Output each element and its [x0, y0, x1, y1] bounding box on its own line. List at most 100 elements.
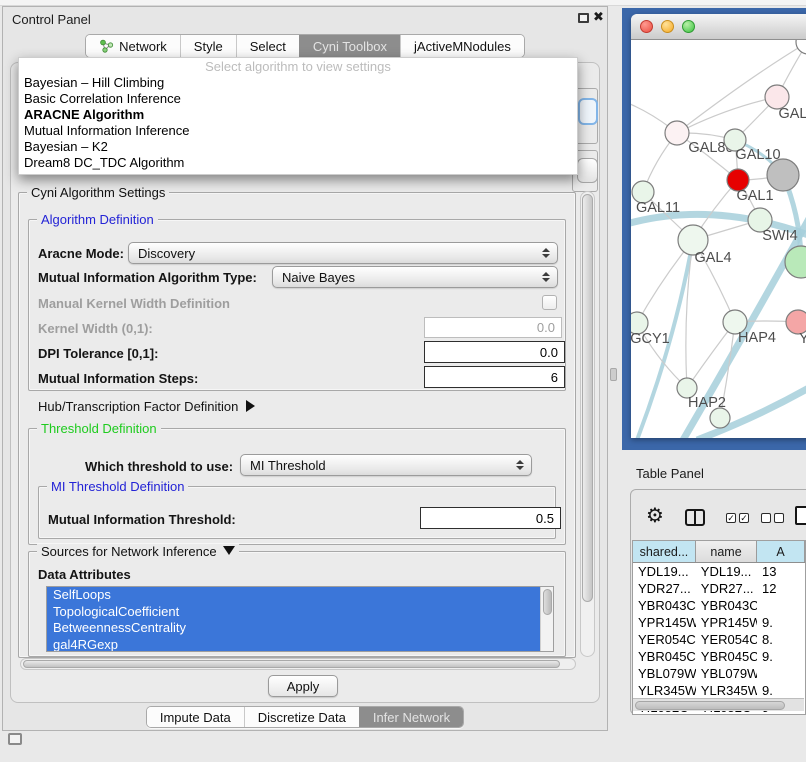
table-cell[interactable]: YLR345W [696, 682, 757, 699]
table-row[interactable]: YPR145WYPR145W9. [633, 614, 805, 631]
column-header[interactable]: shared... [633, 541, 696, 562]
network-edge[interactable] [677, 97, 777, 133]
table-cell[interactable]: YBR043C [633, 597, 696, 614]
dpi-tolerance-field[interactable]: 0.0 [424, 341, 565, 363]
combobox-fragment[interactable] [577, 158, 598, 183]
network-canvas[interactable]: GALGAL80GAL10GAL1GAL11SWI4GAL4GCY1HAP4YH… [631, 40, 806, 438]
table-cell[interactable]: 9. [757, 648, 805, 665]
scrollbar-thumb[interactable] [23, 660, 560, 668]
table-cell[interactable]: YDL19... [633, 563, 696, 580]
gear-icon[interactable]: ⚙ [646, 505, 664, 527]
dropdown-item[interactable]: ARACNE Algorithm [19, 107, 577, 123]
zoom-window-icon[interactable] [682, 20, 695, 33]
network-node[interactable] [767, 159, 799, 191]
list-item[interactable]: SelfLoops [47, 587, 540, 604]
table-cell[interactable]: YBR045C [696, 648, 757, 665]
table-cell[interactable]: 13 [757, 563, 805, 580]
tab-impute-data[interactable]: Impute Data [147, 707, 244, 727]
table-cell[interactable]: YDR27... [633, 580, 696, 597]
table-cell[interactable]: YLR345W [633, 682, 696, 699]
settings-scrollbar[interactable] [580, 191, 595, 657]
network-node[interactable] [796, 40, 806, 54]
table-cell[interactable]: YBR043C [696, 597, 757, 614]
mi-steps-field[interactable]: 6 [424, 366, 565, 388]
manual-kernel-checkbox[interactable] [542, 295, 557, 310]
table-cell[interactable]: YDR27... [696, 580, 757, 597]
network-node[interactable] [665, 121, 689, 145]
dropdown-item[interactable]: Mutual Information Inference [19, 123, 577, 139]
table-body: YDL19...YDL19...13YDR27...YDR27...12YBR0… [633, 563, 805, 715]
tab-network[interactable]: Network [86, 35, 180, 57]
dropdown-item[interactable]: Basic Correlation Inference [19, 91, 577, 107]
mi-type-select[interactable]: Naive Bayes [272, 266, 558, 288]
select-all-columns-icon[interactable]: ✓✓ [726, 513, 749, 523]
list-item[interactable]: TopologicalCoefficient [47, 604, 540, 621]
table-cell[interactable]: YBR045C [633, 648, 696, 665]
tab-select[interactable]: Select [236, 35, 299, 57]
tab-infer-network[interactable]: Infer Network [359, 707, 463, 727]
selected-value: Discovery [138, 246, 195, 261]
table-cell[interactable]: 8. [757, 631, 805, 648]
minimized-window-icon[interactable] [8, 733, 22, 745]
table-row[interactable]: YLR345WYLR345W9. [633, 682, 805, 699]
sources-toggle[interactable]: Sources for Network Inference [37, 544, 239, 559]
deselect-all-columns-icon[interactable] [761, 513, 784, 523]
table-horizontal-scrollbar[interactable] [633, 698, 804, 711]
table-cell[interactable]: 9. [757, 614, 805, 631]
splitter-grip[interactable] [610, 368, 617, 381]
tab-jactivemnodules[interactable]: jActiveMNodules [400, 35, 524, 57]
float-panel-icon[interactable] [578, 13, 589, 23]
aracne-mode-select[interactable]: Discovery [128, 242, 558, 264]
list-scrollbar[interactable] [540, 587, 553, 651]
combo-arrows-icon [516, 460, 524, 470]
list-item[interactable]: BetweennessCentrality [47, 620, 540, 637]
network-node[interactable] [710, 408, 730, 428]
table-cell[interactable] [757, 597, 805, 614]
table-cell[interactable]: YDL19... [696, 563, 757, 580]
list-item[interactable]: gal4RGexp [47, 637, 540, 652]
focused-combobox-fragment[interactable] [578, 98, 598, 125]
kernel-width-field[interactable]: 0.0 [424, 317, 562, 338]
export-table-icon[interactable] [795, 506, 806, 525]
table-cell[interactable]: YER054C [696, 631, 757, 648]
tab-style[interactable]: Style [180, 35, 236, 57]
table-cell[interactable]: 12 [757, 580, 805, 597]
table-row[interactable]: YDL19...YDL19...13 [633, 563, 805, 580]
table-cell[interactable]: YER054C [633, 631, 696, 648]
table-row[interactable]: YER054CYER054C8. [633, 631, 805, 648]
table-cell[interactable]: 9. [757, 682, 805, 699]
close-panel-icon[interactable]: ✖ [593, 9, 604, 25]
table-row[interactable]: YBR045CYBR045C9. [633, 648, 805, 665]
dropdown-item[interactable]: Dream8 DC_TDC Algorithm [19, 155, 577, 171]
scrollbar-thumb[interactable] [543, 589, 552, 615]
mi-threshold-label: Mutual Information Threshold: [48, 512, 236, 527]
column-header[interactable]: A [757, 541, 805, 562]
table-row[interactable]: YBL079WYBL079W [633, 665, 805, 682]
tab-cyni-toolbox[interactable]: Cyni Toolbox [299, 35, 400, 57]
table-cell[interactable] [757, 665, 805, 682]
network-window-titlebar[interactable] [631, 14, 806, 40]
close-window-icon[interactable] [640, 20, 653, 33]
dropdown-item[interactable]: Bayesian – Hill Climbing [19, 75, 577, 91]
table-cell[interactable]: YBL079W [696, 665, 757, 682]
mi-threshold-field[interactable]: 0.5 [420, 507, 561, 529]
node-label: HAP4 [738, 330, 776, 346]
scrollbar-thumb[interactable] [635, 701, 785, 710]
table-cell[interactable]: YPR145W [633, 614, 696, 631]
which-threshold-select[interactable]: MI Threshold [240, 454, 532, 476]
settings-horizontal-scrollbar[interactable] [20, 658, 576, 670]
tab-discretize-data[interactable]: Discretize Data [244, 707, 359, 727]
table-cell[interactable]: YPR145W [696, 614, 757, 631]
scrollbar-thumb[interactable] [582, 194, 593, 602]
hub-definition-toggle[interactable]: Hub/Transcription Factor Definition [38, 399, 255, 414]
column-header[interactable]: name [696, 541, 757, 562]
show-columns-icon[interactable] [685, 509, 705, 526]
dropdown-prompt: Select algorithm to view settings [19, 58, 577, 75]
dropdown-item[interactable]: Bayesian – K2 [19, 139, 577, 155]
apply-button[interactable]: Apply [268, 675, 338, 697]
table-cell[interactable]: YBL079W [633, 665, 696, 682]
table-row[interactable]: YDR27...YDR27...12 [633, 580, 805, 597]
table-row[interactable]: YBR043CYBR043C [633, 597, 805, 614]
selected-value: MI Threshold [250, 458, 326, 473]
minimize-window-icon[interactable] [661, 20, 674, 33]
